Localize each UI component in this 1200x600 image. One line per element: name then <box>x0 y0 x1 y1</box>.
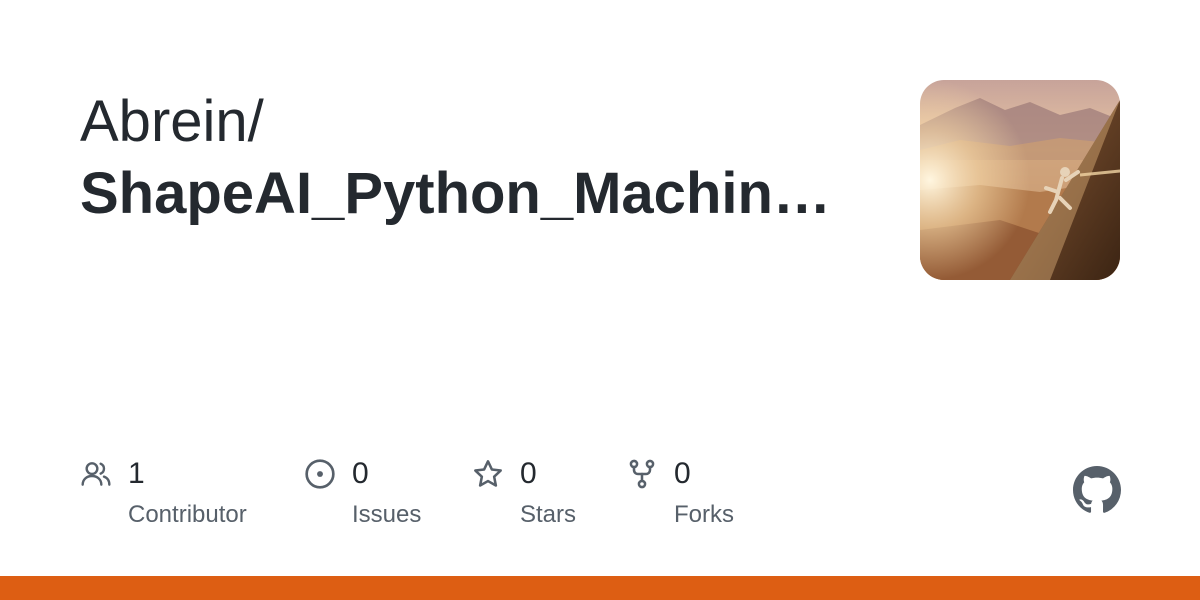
people-icon <box>81 462 111 486</box>
social-preview-card: Abrein/ ShapeAI_Python_Machin… 1 Contrib… <box>0 0 1200 600</box>
stars-label: Stars <box>520 501 577 528</box>
repo-name[interactable]: ShapeAI_Python_Machin… <box>80 158 840 230</box>
forks-count: 0 <box>674 457 691 490</box>
forks-label: Forks <box>674 501 734 528</box>
repo-owner[interactable]: Abrein/ <box>80 86 264 158</box>
issues-label: Issues <box>352 501 422 528</box>
language-bar <box>0 576 1200 600</box>
issues-count: 0 <box>352 457 369 490</box>
github-logo-icon[interactable] <box>1073 466 1121 514</box>
owner-avatar[interactable] <box>920 80 1120 280</box>
star-icon <box>474 460 502 487</box>
stars-count: 0 <box>520 457 537 490</box>
avatar-image <box>920 80 1120 280</box>
contributors-count: 1 <box>128 457 145 490</box>
issue-opened-icon <box>305 459 335 489</box>
contributors-label: Contributor <box>128 501 247 528</box>
repo-forked-icon <box>629 459 655 489</box>
